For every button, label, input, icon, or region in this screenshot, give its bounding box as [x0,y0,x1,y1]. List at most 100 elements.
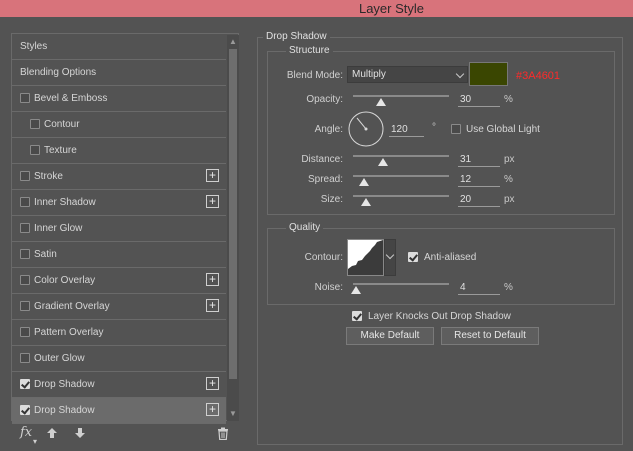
styles-list-item-label: Color Overlay [34,275,96,286]
styles-list-scrollbar[interactable]: ▲ ▼ [227,35,239,421]
add-style-instance-plus-icon[interactable]: + [206,377,219,390]
styles-list-item[interactable]: Inner Shadow + [12,190,226,216]
arrow-up-icon[interactable] [46,427,58,439]
noise-slider-handle[interactable] [351,286,361,294]
spread-slider-handle[interactable] [359,178,369,186]
contour-preview-thumbnail[interactable] [347,239,384,276]
scrollbar-thumb[interactable] [229,49,237,379]
opacity-slider-track[interactable] [353,95,449,97]
style-enable-checkbox[interactable] [20,379,30,389]
use-global-light-label[interactable]: Use Global Light [466,124,540,135]
blend-mode-label: Blend Mode: [286,70,343,81]
layer-knocks-out-label[interactable]: Layer Knocks Out Drop Shadow [368,311,511,322]
add-style-instance-plus-icon[interactable]: + [206,403,219,416]
style-enable-checkbox[interactable] [20,301,30,311]
structure-title: Structure [286,45,333,56]
styles-list-item[interactable]: Texture [12,138,226,164]
add-style-instance-plus-icon[interactable]: + [206,169,219,182]
shadow-color-swatch[interactable] [469,62,508,86]
styles-list-item[interactable]: Gradient Overlay + [12,294,226,320]
add-style-instance-plus-icon[interactable]: + [206,195,219,208]
style-enable-checkbox[interactable] [20,275,30,285]
scroll-up-arrow-icon[interactable]: ▲ [227,36,239,48]
style-enable-checkbox[interactable] [20,171,30,181]
styles-list-item[interactable]: Blending Options [12,60,226,86]
layer-knocks-out-checkbox[interactable] [352,311,362,321]
opacity-slider-handle[interactable] [376,98,386,106]
spread-slider-track[interactable] [353,175,449,177]
anti-aliased-checkbox[interactable] [408,252,418,262]
anti-aliased-label[interactable]: Anti-aliased [424,252,476,263]
styles-list-item[interactable]: Styles [12,34,226,60]
noise-slider-track[interactable] [353,283,449,285]
title-bar: Layer Style [0,0,633,17]
size-unit: px [504,194,515,205]
blend-mode-select[interactable]: Multiply [347,66,468,83]
styles-list-item[interactable]: Satin [12,242,226,268]
use-global-light-checkbox[interactable] [451,124,461,134]
scroll-down-arrow-icon[interactable]: ▼ [227,408,239,420]
styles-list-item[interactable]: Drop Shadow + [12,398,226,424]
style-enable-checkbox[interactable] [20,249,30,259]
spread-label: Spread: [307,174,343,185]
chevron-down-icon [455,69,465,79]
quality-group [267,228,615,305]
styles-list-item-label: Blending Options [20,67,97,78]
noise-input[interactable]: 4 [458,281,500,295]
style-enable-checkbox[interactable] [20,197,30,207]
add-style-instance-plus-icon[interactable]: + [206,299,219,312]
styles-list-item-label: Texture [44,145,77,156]
size-slider-track[interactable] [353,195,449,197]
style-enable-checkbox[interactable] [20,223,30,233]
styles-list-item[interactable]: Bevel & Emboss [12,86,226,112]
make-default-button[interactable]: Make Default [346,327,434,345]
styles-list-item[interactable]: Outer Glow [12,346,226,372]
add-style-instance-plus-icon[interactable]: + [206,273,219,286]
style-enable-checkbox[interactable] [30,119,40,129]
styles-list-item-label: Bevel & Emboss [34,93,108,104]
spread-unit: % [504,174,513,185]
style-enable-checkbox[interactable] [20,353,30,363]
contour-dropdown-button[interactable] [384,239,396,276]
styles-list-item-label: Outer Glow [34,353,85,364]
styles-list-item[interactable]: Pattern Overlay [12,320,226,346]
contour-label: Contour: [304,252,343,263]
drop-shadow-title: Drop Shadow [263,31,330,42]
distance-input[interactable]: 31 [458,153,500,167]
size-input[interactable]: 20 [458,193,500,207]
styles-list-item[interactable]: Color Overlay + [12,268,226,294]
styles-list-item[interactable]: Contour [12,112,226,138]
style-enable-checkbox[interactable] [30,145,40,155]
size-slider-handle[interactable] [361,198,371,206]
spread-input[interactable]: 12 [458,173,500,187]
styles-list-item-label: Stroke [34,171,63,182]
style-enable-checkbox[interactable] [20,405,30,415]
styles-list-item[interactable]: Drop Shadow + [12,372,226,398]
fx-button[interactable]: fx [20,425,32,440]
opacity-label: Opacity: [306,94,343,105]
angle-input[interactable]: 120 [389,123,424,137]
arrow-down-icon[interactable] [74,427,86,439]
distance-slider-handle[interactable] [378,158,388,166]
style-enable-checkbox[interactable] [20,93,30,103]
opacity-input[interactable]: 30 [458,93,500,107]
distance-unit: px [504,154,515,165]
angle-label: Angle: [314,124,343,135]
distance-slider-track[interactable] [353,155,449,157]
styles-list-item-label: Styles [20,41,48,52]
angle-dial[interactable] [347,110,385,148]
styles-list-item[interactable]: Inner Glow [12,216,226,242]
trash-icon[interactable] [217,427,229,440]
styles-list-item-label: Drop Shadow [34,379,95,390]
style-enable-checkbox[interactable] [20,327,30,337]
distance-label: Distance: [301,154,343,165]
styles-list-item-label: Gradient Overlay [34,301,110,312]
styles-list-item-label: Drop Shadow [34,405,95,416]
blend-mode-value: Multiply [352,69,386,80]
styles-list-item-label: Contour [44,119,80,130]
styles-list-item-label: Inner Shadow [34,197,96,208]
styles-list-item-label: Satin [34,249,57,260]
fx-dropdown-dot: ▾ [33,437,38,446]
styles-list-item[interactable]: Stroke + [12,164,226,190]
reset-to-default-button[interactable]: Reset to Default [441,327,539,345]
